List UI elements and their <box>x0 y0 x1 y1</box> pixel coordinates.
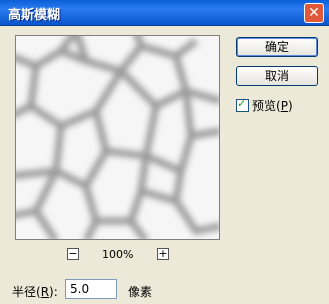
radius-input[interactable] <box>65 279 117 299</box>
preview-checkbox-group[interactable]: 预览(P) <box>236 97 293 114</box>
dialog-title: 高斯模糊 <box>8 8 61 23</box>
radius-unit: 像素 <box>128 285 153 299</box>
close-icon[interactable]: ✕ <box>304 3 324 23</box>
zoom-in-button[interactable]: + <box>157 248 169 260</box>
zoom-level: 100% <box>102 248 134 261</box>
radius-label-prefix: 半径( <box>12 285 41 299</box>
preview-label-suffix: ) <box>287 99 293 113</box>
preview-accelerator: P <box>280 99 288 113</box>
preview-checkbox[interactable] <box>236 97 249 112</box>
preview-area[interactable] <box>15 35 220 240</box>
title-bar: 高斯模糊 ✕ <box>0 0 329 26</box>
radius-label-suffix: ): <box>49 285 58 299</box>
zoom-out-button[interactable]: − <box>67 248 79 260</box>
radius-label: 半径(R): <box>12 283 58 300</box>
preview-label-prefix: 预览( <box>252 99 281 113</box>
blurred-preview-image <box>16 36 219 239</box>
ok-button[interactable]: 确定 <box>236 37 318 57</box>
radius-accelerator: R <box>40 285 50 299</box>
cancel-button[interactable]: 取消 <box>236 66 318 86</box>
